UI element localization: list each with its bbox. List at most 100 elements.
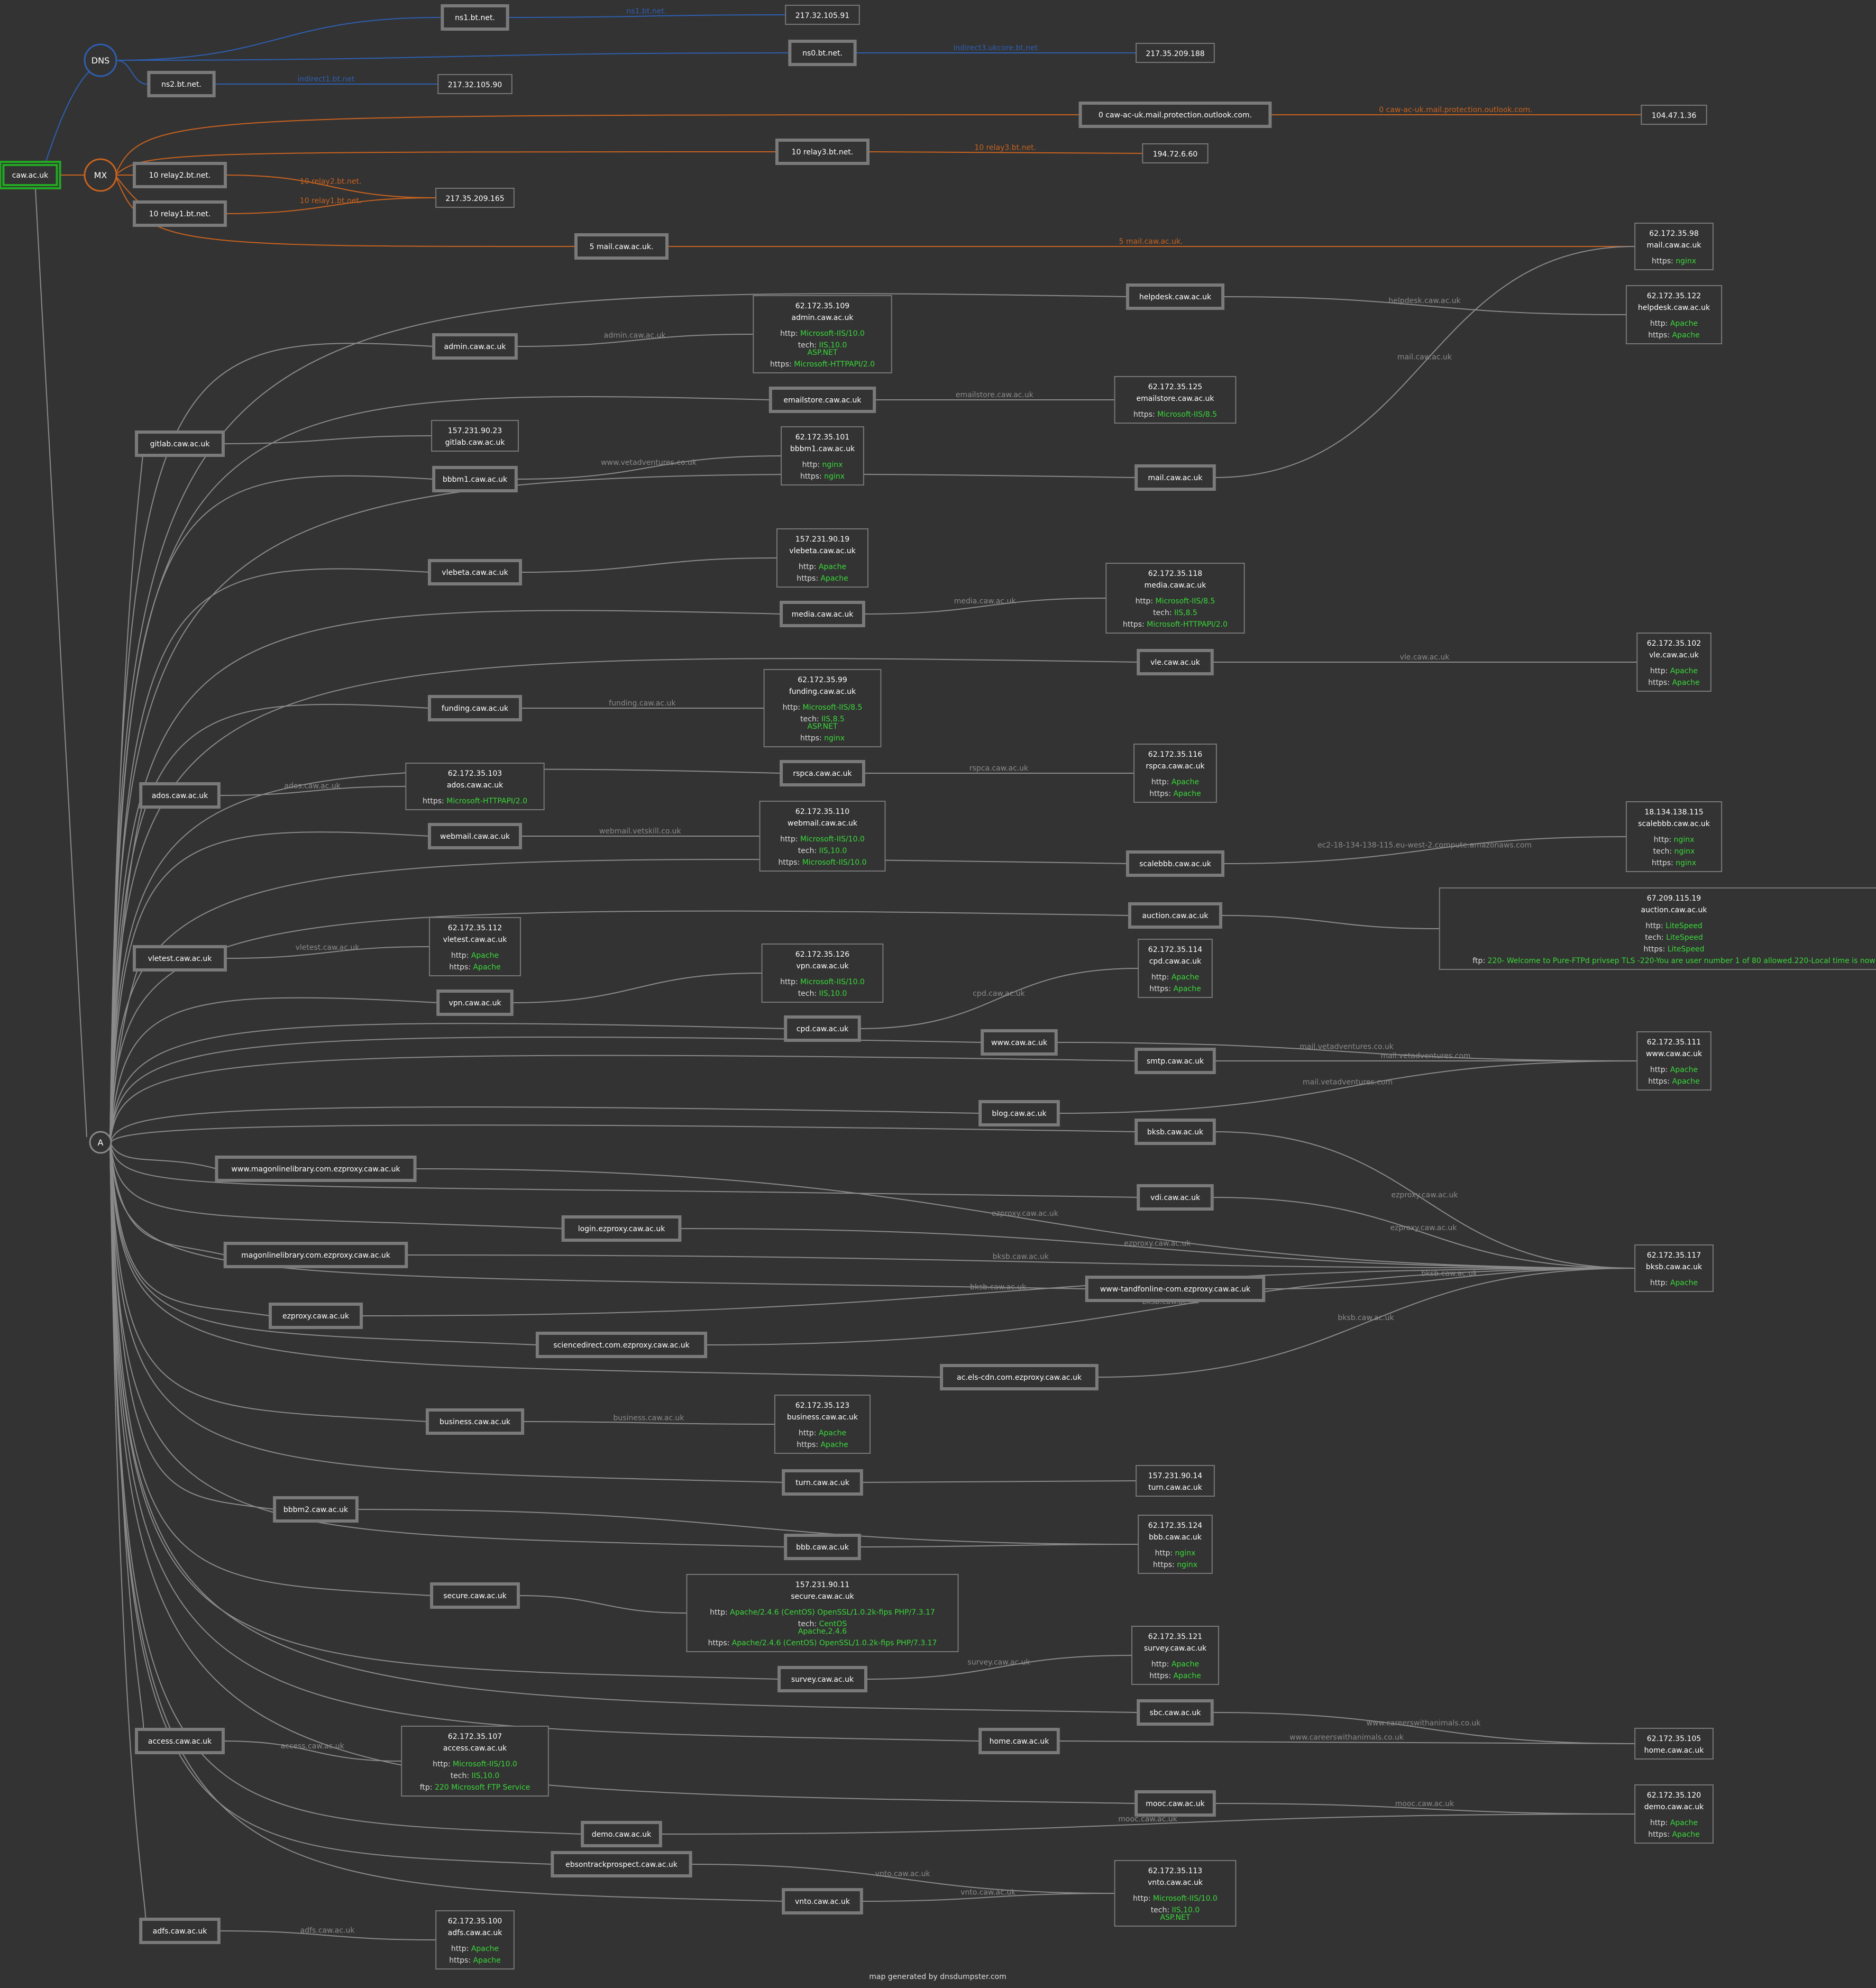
hub-mx[interactable]: MX — [84, 158, 117, 192]
service-line: https: Microsoft-IIS/8.5 — [1133, 410, 1217, 419]
ip-hostname: home.caw.ac.uk — [1644, 1746, 1705, 1755]
ip-hostname: demo.caw.ac.uk — [1644, 1803, 1704, 1811]
a-host-www-magonlinelibrary-com-ezproxy-caw-ac-uk[interactable]: www.magonlinelibrary.com.ezproxy.caw.ac.… — [215, 1156, 417, 1182]
a-host-bbbm1-caw-ac-uk[interactable]: bbbm1.caw.ac.uk — [432, 466, 518, 492]
a-host-access-caw-ac-uk[interactable]: access.caw.ac.uk — [135, 1728, 225, 1754]
host-label: survey.caw.ac.uk — [791, 1675, 854, 1684]
a-host-ac-els-cdn-com-ezproxy-caw-ac-uk[interactable]: ac.els-cdn.com.ezproxy.caw.ac.uk — [940, 1364, 1099, 1390]
service-line: http: Apache — [1151, 1660, 1199, 1669]
a-host-scalebbb-caw-ac-uk[interactable]: scalebbb.caw.ac.uk — [1125, 850, 1225, 877]
edge-label: www.careerswithanimals.co.uk — [1367, 1719, 1481, 1728]
host-label: bbbm1.caw.ac.uk — [443, 475, 508, 484]
a-host-bbbm2-caw-ac-uk[interactable]: bbbm2.caw.ac.uk — [273, 1496, 359, 1523]
host-label: access.caw.ac.uk — [148, 1737, 212, 1746]
service-line: http: Apache — [799, 563, 846, 571]
edge-label: mooc.caw.ac.uk — [1395, 1800, 1454, 1808]
a-host-home-caw-ac-uk[interactable]: home.caw.ac.uk — [978, 1728, 1060, 1754]
a-host-bbb-caw-ac-uk[interactable]: bbb.caw.ac.uk — [784, 1534, 861, 1560]
dns-host-ns2-bt-net[interactable]: ns2.bt.net. — [147, 71, 216, 97]
host-label: 10 relay3.bt.net. — [792, 148, 854, 157]
host-label: ns2.bt.net. — [161, 80, 202, 89]
host-label: 0 caw-ac-uk.mail.protection.outlook.com. — [1099, 111, 1252, 120]
a-host-vletest-caw-ac-uk[interactable]: vletest.caw.ac.uk — [132, 945, 227, 972]
a-host-bksb-caw-ac-uk[interactable]: bksb.caw.ac.uk — [1134, 1119, 1216, 1145]
mx-host-10-relay2-bt-net[interactable]: 10 relay2.bt.net. — [132, 162, 227, 188]
a-host-admin-caw-ac-uk[interactable]: admin.caw.ac.uk — [432, 333, 518, 360]
ip-address: 104.47.1.36 — [1652, 112, 1697, 120]
dns-host-ns1-bt-net[interactable]: ns1.bt.net. — [441, 4, 509, 31]
ip-card-62-172-35-107: 62.172.35.107 access.caw.ac.uk http: Micro… — [401, 1726, 549, 1797]
a-host-vdi-caw-ac-uk[interactable]: vdi.caw.ac.uk — [1137, 1184, 1214, 1211]
ip-card-62-172-35-101: 62.172.35.101 bbbm1.caw.ac.uk http: nginx h… — [781, 426, 864, 485]
service-line: https: nginx — [1153, 1561, 1197, 1569]
service-line: https: Apache — [1648, 1830, 1699, 1839]
a-host-smtp-caw-ac-uk[interactable]: smtp.caw.ac.uk — [1134, 1048, 1216, 1074]
mx-host-0-caw-ac-uk-mail-protection-outlook-com[interactable]: 0 caw-ac-uk.mail.protection.outlook.com. — [1078, 102, 1272, 128]
edge-label: mail.vetadventures.com — [1380, 1052, 1470, 1060]
a-host-ebsontrackprospect-caw-ac-uk[interactable]: ebsontrackprospect.caw.ac.uk — [551, 1851, 692, 1877]
mx-host-10-relay3-bt-net[interactable]: 10 relay3.bt.net. — [775, 139, 870, 165]
a-host-demo-caw-ac-uk[interactable]: demo.caw.ac.uk — [581, 1821, 662, 1847]
dns-map-diagram: ns1.bt.net. indirect3.ukcore.bt.net indire… — [0, 0, 1876, 1988]
root-domain[interactable]: caw.ac.uk — [0, 161, 61, 189]
a-host-mooc-caw-ac-uk[interactable]: mooc.caw.ac.uk — [1134, 1790, 1216, 1817]
service-line: https: Apache — [449, 1956, 500, 1965]
a-host-emailstore-caw-ac-uk[interactable]: emailstore.caw.ac.uk — [768, 387, 876, 413]
hub-dns[interactable]: DNS — [84, 43, 117, 77]
ip-hostname: turn.caw.ac.uk — [1148, 1483, 1203, 1492]
edge-label: ezproxy.caw.ac.uk — [1124, 1240, 1191, 1248]
ip-address: 62.172.35.109 — [795, 302, 849, 310]
ip-hostname: rspca.caw.ac.uk — [1146, 762, 1205, 771]
ip-address: 157.231.90.11 — [795, 1581, 849, 1589]
a-host-media-caw-ac-uk[interactable]: media.caw.ac.uk — [780, 601, 865, 627]
a-host-sbc-caw-ac-uk[interactable]: sbc.caw.ac.uk — [1137, 1699, 1214, 1726]
host-label: mail.caw.ac.uk — [1148, 474, 1203, 482]
service-line: http: Microsoft-IIS/10.0 — [1133, 1894, 1218, 1903]
ip-card-62-172-35-98: 62.172.35.98 mail.caw.ac.uk https: nginx — [1634, 223, 1714, 270]
a-host-secure-caw-ac-uk[interactable]: secure.caw.ac.uk — [430, 1582, 520, 1609]
ip-card-217-35-209-188: 217.35.209.188 — [1136, 43, 1215, 63]
service-line: https: Microsoft-IIS/10.0 — [779, 858, 867, 867]
ip-hostname: funding.caw.ac.uk — [789, 688, 856, 696]
dns-host-ns0-bt-net[interactable]: ns0.bt.net. — [788, 40, 857, 66]
a-host-magonlinelibrary-com-ezproxy-caw-ac-uk[interactable]: magonlinelibrary.com.ezproxy.caw.ac.uk — [223, 1242, 408, 1268]
ip-address: 62.172.35.125 — [1148, 383, 1202, 391]
a-host-login-ezproxy-caw-ac-uk[interactable]: login.ezproxy.caw.ac.uk — [561, 1215, 682, 1242]
a-host-www-caw-ac-uk[interactable]: www.caw.ac.uk — [981, 1029, 1058, 1056]
a-host-vnto-caw-ac-uk[interactable]: vnto.caw.ac.uk — [782, 1888, 863, 1914]
a-host-auction-caw-ac-uk[interactable]: auction.caw.ac.uk — [1128, 902, 1223, 929]
a-host-vlebeta-caw-ac-uk[interactable]: vlebeta.caw.ac.uk — [427, 559, 523, 585]
host-label: vletest.caw.ac.uk — [148, 955, 213, 963]
a-host-business-caw-ac-uk[interactable]: business.caw.ac.uk — [425, 1408, 525, 1435]
a-host-www-tandfonline-com-ezproxy-caw-ac-uk[interactable]: www-tandfonline-com.ezproxy.caw.ac.uk — [1085, 1276, 1266, 1302]
a-host-vle-caw-ac-uk[interactable]: vle.caw.ac.uk — [1137, 649, 1214, 675]
a-host-funding-caw-ac-uk[interactable]: funding.caw.ac.uk — [427, 695, 523, 721]
a-host-cpd-caw-ac-uk[interactable]: cpd.caw.ac.uk — [784, 1015, 861, 1042]
ip-card-62-172-35-113: 62.172.35.113 vnto.caw.ac.uk http: Microso… — [1114, 1860, 1237, 1927]
ip-address: 62.172.35.113 — [1148, 1867, 1202, 1875]
ip-address: 62.172.35.99 — [798, 676, 847, 684]
edge-label: bksb.caw.ac.uk — [1421, 1270, 1478, 1278]
a-host-rspca-caw-ac-uk[interactable]: rspca.caw.ac.uk — [780, 760, 865, 786]
a-host-webmail-caw-ac-uk[interactable]: webmail.caw.ac.uk — [427, 823, 523, 849]
a-host-ados-caw-ac-uk[interactable]: ados.caw.ac.uk — [139, 782, 221, 809]
mx-host-5-mail-caw-ac-uk[interactable]: 5 mail.caw.ac.uk. — [574, 233, 669, 260]
a-host-vpn-caw-ac-uk[interactable]: vpn.caw.ac.uk — [436, 990, 514, 1016]
host-label: secure.caw.ac.uk — [443, 1592, 507, 1600]
service-line: https: nginx — [800, 734, 845, 743]
a-host-gitlab-caw-ac-uk[interactable]: gitlab.caw.ac.uk — [135, 430, 225, 457]
a-host-turn-caw-ac-uk[interactable]: turn.caw.ac.uk — [782, 1469, 863, 1496]
ip-address: 62.172.35.111 — [1647, 1038, 1701, 1047]
mx-host-10-relay1-bt-net[interactable]: 10 relay1.bt.net. — [132, 200, 227, 227]
a-host-mail-caw-ac-uk[interactable]: mail.caw.ac.uk — [1134, 464, 1216, 491]
a-host-ezproxy-caw-ac-uk[interactable]: ezproxy.caw.ac.uk — [268, 1303, 363, 1329]
a-host-blog-caw-ac-uk[interactable]: blog.caw.ac.uk — [978, 1100, 1060, 1126]
service-line: ASP.NET — [1160, 1913, 1190, 1922]
a-host-adfs-caw-ac-uk[interactable]: adfs.caw.ac.uk — [139, 1918, 221, 1944]
ip-card-62-172-35-120: 62.172.35.120 demo.caw.ac.uk http: Apache h… — [1634, 1784, 1714, 1844]
a-host-helpdesk-caw-ac-uk[interactable]: helpdesk.caw.ac.uk — [1125, 283, 1225, 310]
host-label: ebsontrackprospect.caw.ac.uk — [565, 1861, 678, 1869]
a-host-survey-caw-ac-uk[interactable]: survey.caw.ac.uk — [777, 1666, 867, 1692]
a-host-sciencedirect-com-ezproxy-caw-ac-uk[interactable]: sciencedirect.com.ezproxy.caw.ac.uk — [535, 1332, 708, 1358]
hub-a[interactable]: A — [89, 1131, 112, 1154]
